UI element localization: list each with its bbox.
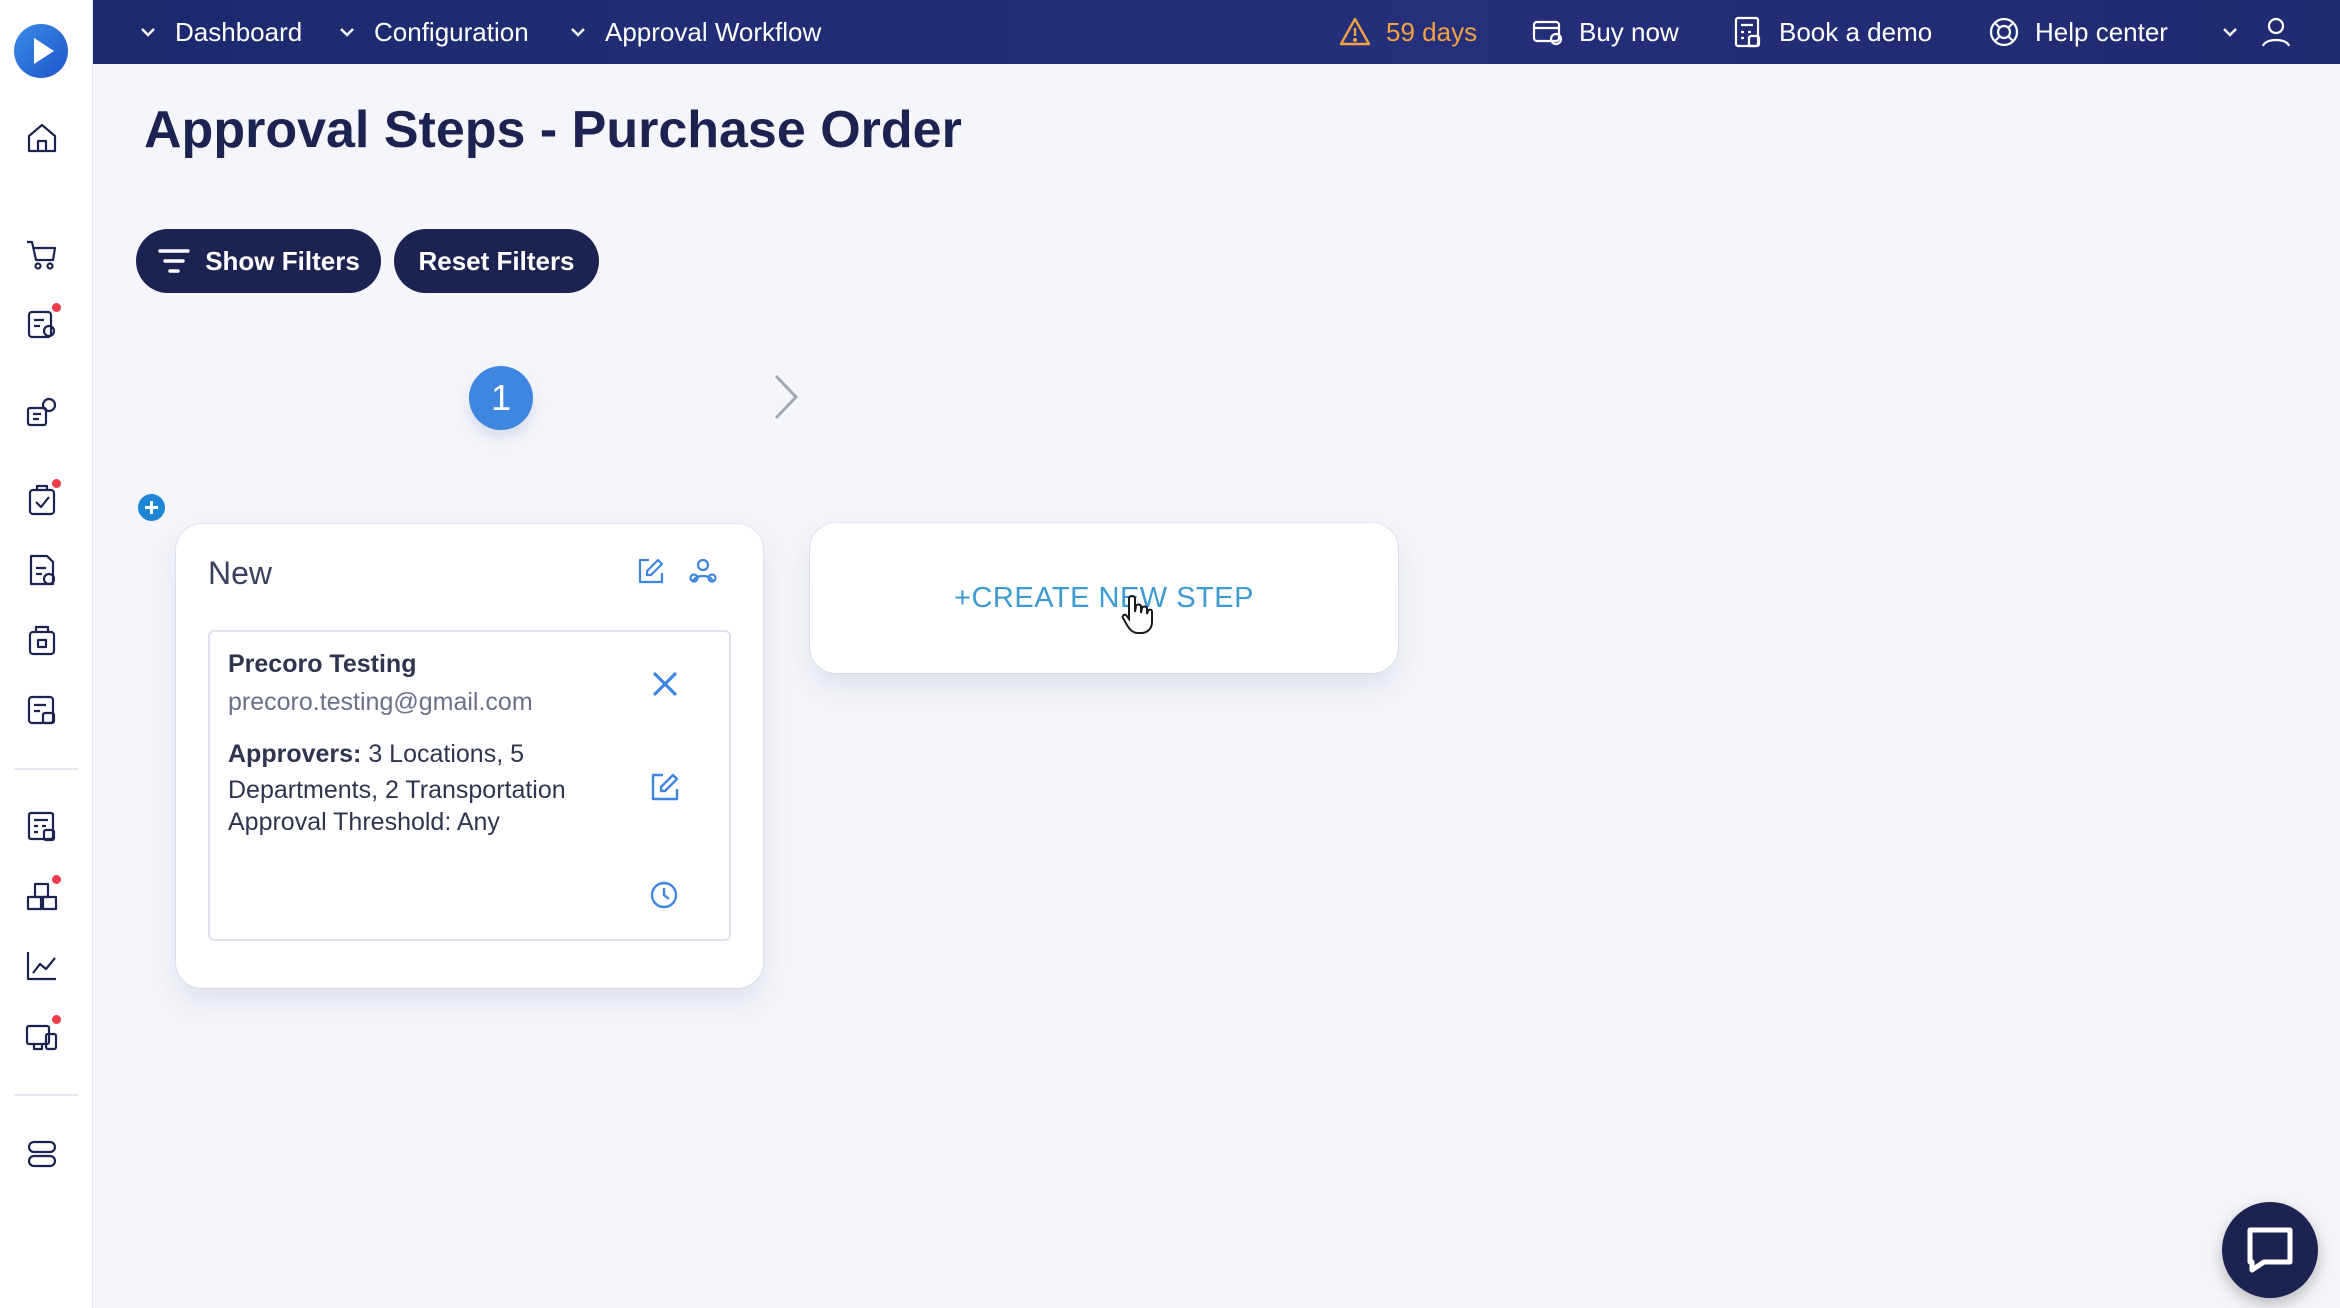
help-center-link[interactable]: Help center — [1987, 0, 2168, 64]
sidebar-divider — [14, 1094, 78, 1096]
clock-icon[interactable] — [647, 878, 681, 912]
step-number-badge[interactable]: 1 — [469, 366, 533, 430]
breadcrumb-approval-workflow[interactable]: Approval Workflow — [567, 0, 821, 64]
invoices-icon[interactable] — [24, 552, 60, 588]
chevron-down-icon — [571, 28, 585, 37]
step-number: 1 — [490, 377, 512, 418]
user-menu[interactable] — [2219, 0, 2307, 64]
hand-cursor-icon — [1121, 594, 1153, 634]
breadcrumb-dashboard[interactable]: Dashboard — [137, 0, 302, 64]
trial-days-link[interactable]: 59 days — [1338, 0, 1477, 64]
buy-now-link[interactable]: Buy now — [1531, 0, 1679, 64]
chat-icon — [2247, 1227, 2293, 1273]
chevron-right-icon[interactable] — [770, 370, 804, 424]
approver-email: precoro.testing@gmail.com — [228, 688, 533, 716]
analytics-icon[interactable] — [24, 948, 60, 984]
step-card-title: New — [208, 555, 273, 591]
help-center-label: Help center — [2035, 16, 2168, 47]
suppliers-icon[interactable] — [24, 394, 60, 430]
approver-name: Precoro Testing — [228, 650, 417, 678]
show-filters-button[interactable]: Show Filters — [136, 229, 381, 293]
warning-icon — [1339, 17, 1371, 46]
settings-icon[interactable] — [24, 1136, 60, 1172]
create-step-label: +CREATE NEW STEP — [954, 581, 1254, 614]
user-icon — [2261, 17, 2291, 47]
add-step-before-button[interactable] — [138, 494, 165, 521]
approvers-summary: Approvers: 3 Locations, 5 Departments, 2… — [228, 736, 628, 808]
edit-step-icon[interactable] — [636, 556, 666, 586]
sidebar-divider — [14, 768, 78, 770]
approvers-label: Approvers: — [228, 740, 362, 768]
add-approver-icon[interactable] — [688, 556, 718, 586]
orders-icon[interactable] — [24, 478, 62, 518]
warehouse-icon[interactable] — [24, 874, 62, 914]
cart-icon[interactable] — [24, 236, 60, 272]
book-demo-label: Book a demo — [1779, 16, 1933, 47]
requests-icon[interactable] — [24, 302, 62, 342]
page-title: Approval Steps - Purchase Order — [144, 101, 962, 159]
transfers-icon[interactable] — [24, 1014, 62, 1054]
card-icon — [1532, 20, 1563, 46]
create-new-step-button[interactable]: +CREATE NEW STEP — [810, 523, 1398, 673]
remove-approver-icon[interactable] — [648, 667, 682, 701]
breadcrumb-label: Configuration — [374, 16, 529, 47]
top-bar: Dashboard Configuration Approval Workflo… — [93, 0, 2340, 64]
notification-badge — [51, 478, 62, 489]
receipts-icon[interactable] — [24, 622, 60, 658]
chevron-down-icon — [141, 28, 155, 37]
notification-badge — [51, 874, 62, 885]
budgets-icon[interactable] — [24, 808, 60, 844]
breadcrumb-label: Approval Workflow — [605, 16, 822, 47]
lifebuoy-icon — [1989, 17, 2019, 47]
filter-icon — [158, 249, 190, 273]
chevron-down-icon — [340, 28, 354, 37]
edit-approver-icon[interactable] — [648, 770, 682, 804]
breadcrumb-configuration[interactable]: Configuration — [336, 0, 529, 64]
trial-days-label: 59 days — [1386, 16, 1478, 47]
calculator-icon — [1734, 16, 1761, 48]
notification-badge — [51, 1014, 62, 1025]
book-demo-link[interactable]: Book a demo — [1731, 0, 1932, 64]
reset-filters-label: Reset Filters — [418, 245, 575, 276]
sidebar — [0, 0, 93, 1308]
chat-widget-button[interactable] — [2222, 1202, 2318, 1298]
show-filters-label: Show Filters — [205, 245, 360, 276]
buy-now-label: Buy now — [1579, 16, 1679, 47]
approval-threshold: Approval Threshold: Any — [228, 808, 500, 836]
precoro-logo[interactable] — [14, 24, 68, 78]
breadcrumb-label: Dashboard — [175, 16, 303, 47]
payments-icon[interactable] — [24, 692, 60, 728]
chevron-down-icon — [2223, 28, 2237, 37]
home-icon[interactable] — [24, 120, 60, 156]
plus-icon — [145, 501, 158, 514]
notification-badge — [51, 302, 62, 313]
reset-filters-button[interactable]: Reset Filters — [394, 229, 599, 293]
